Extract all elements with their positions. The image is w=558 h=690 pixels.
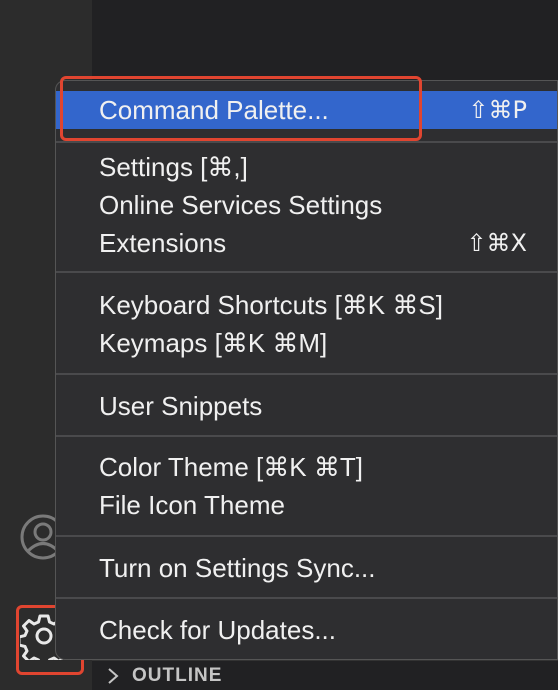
menu-item-color-theme[interactable]: Color Theme [⌘K ⌘T] [56,448,557,486]
menu-item-keymaps[interactable]: Keymaps [⌘K ⌘M] [56,324,557,362]
menu-item-label: Keymaps [⌘K ⌘M] [99,327,328,358]
menu-item-settings[interactable]: Settings [⌘,] [56,148,557,186]
menu-item-label: Extensions [99,227,227,258]
menu-separator [56,597,557,599]
menu-item-label: Turn on Settings Sync... [99,552,376,583]
menu-separator [56,141,557,143]
menu-item-check-for-updates[interactable]: Check for Updates... [56,611,557,649]
menu-separator [56,271,557,273]
menu-item-shortcut: ⇧⌘P [468,96,527,124]
menu-item-label: User Snippets [99,390,263,421]
menu-item-shortcut: ⇧⌘X [466,229,527,257]
menu-item-label: Color Theme [⌘K ⌘T] [99,451,363,482]
menu-item-label: Keyboard Shortcuts [⌘K ⌘S] [99,289,443,320]
menu-separator [56,535,557,537]
menu-item-label: Settings [⌘,] [99,151,248,182]
menu-item-online-services-settings[interactable]: Online Services Settings [56,186,557,224]
chevron-right-icon[interactable] [104,666,122,686]
manage-context-menu: Command Palette... ⇧⌘P Settings [⌘,] Onl… [55,80,558,660]
menu-item-keyboard-shortcuts[interactable]: Keyboard Shortcuts [⌘K ⌘S] [56,286,557,324]
menu-item-settings-sync[interactable]: Turn on Settings Sync... [56,549,557,587]
menu-item-command-palette[interactable]: Command Palette... ⇧⌘P [56,91,557,129]
menu-separator [56,373,557,375]
menu-item-label: Command Palette... [99,94,329,125]
menu-item-label: File Icon Theme [99,489,285,520]
outline-label[interactable]: OUTLINE [132,665,222,687]
menu-separator [56,435,557,437]
menu-item-label: Check for Updates... [99,614,336,645]
menu-item-label: Online Services Settings [99,189,383,220]
menu-item-user-snippets[interactable]: User Snippets [56,387,557,425]
vscode-window: OUTLINE Command Palette... ⇧⌘P Settings … [0,0,558,690]
menu-item-extensions[interactable]: Extensions ⇧⌘X [56,224,557,262]
menu-item-file-icon-theme[interactable]: File Icon Theme [56,486,557,524]
